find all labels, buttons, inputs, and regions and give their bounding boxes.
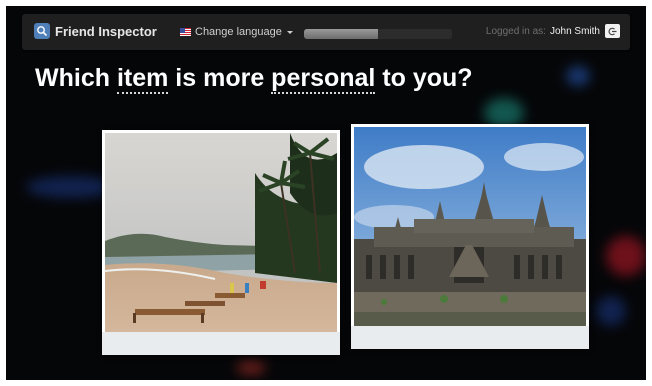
background-glow bbox=[606, 236, 646, 276]
user-name[interactable]: John Smith bbox=[550, 26, 600, 37]
background-glow bbox=[236, 361, 266, 375]
logout-button[interactable] bbox=[605, 24, 620, 38]
app-title: Friend Inspector bbox=[55, 23, 157, 39]
progress-bar bbox=[304, 29, 452, 39]
question-text: to you? bbox=[375, 64, 473, 92]
top-navbar: Friend Inspector Change language Logged … bbox=[22, 14, 630, 50]
question-text: Which bbox=[35, 64, 117, 92]
app-frame: Friend Inspector Change language Logged … bbox=[6, 6, 646, 380]
language-label: Change language bbox=[195, 26, 282, 38]
background-glow bbox=[596, 296, 626, 326]
friend-inspector-logo-icon bbox=[34, 23, 50, 39]
beach-photo bbox=[105, 133, 337, 332]
temple-photo bbox=[354, 127, 586, 326]
change-language-dropdown[interactable]: Change language bbox=[180, 26, 293, 38]
login-status: Logged in as: John Smith bbox=[486, 24, 620, 38]
option-temple-caption-strip bbox=[351, 326, 589, 349]
us-flag-icon bbox=[180, 28, 191, 36]
option-beach-caption-strip bbox=[102, 332, 340, 355]
question-term-personal[interactable]: personal bbox=[271, 64, 376, 94]
caret-down-icon bbox=[286, 30, 293, 34]
brand[interactable]: Friend Inspector bbox=[34, 23, 157, 39]
progress-fill bbox=[304, 29, 378, 39]
question-term-item[interactable]: item bbox=[116, 64, 169, 94]
question-heading: Which item is more personal to you? bbox=[35, 64, 473, 94]
option-temple-card[interactable] bbox=[351, 124, 589, 349]
question-text: is more bbox=[168, 64, 272, 92]
logout-icon bbox=[608, 27, 617, 35]
logged-in-prefix: Logged in as: bbox=[485, 25, 546, 37]
background-glow bbox=[566, 66, 590, 86]
option-beach-card[interactable] bbox=[102, 130, 340, 355]
